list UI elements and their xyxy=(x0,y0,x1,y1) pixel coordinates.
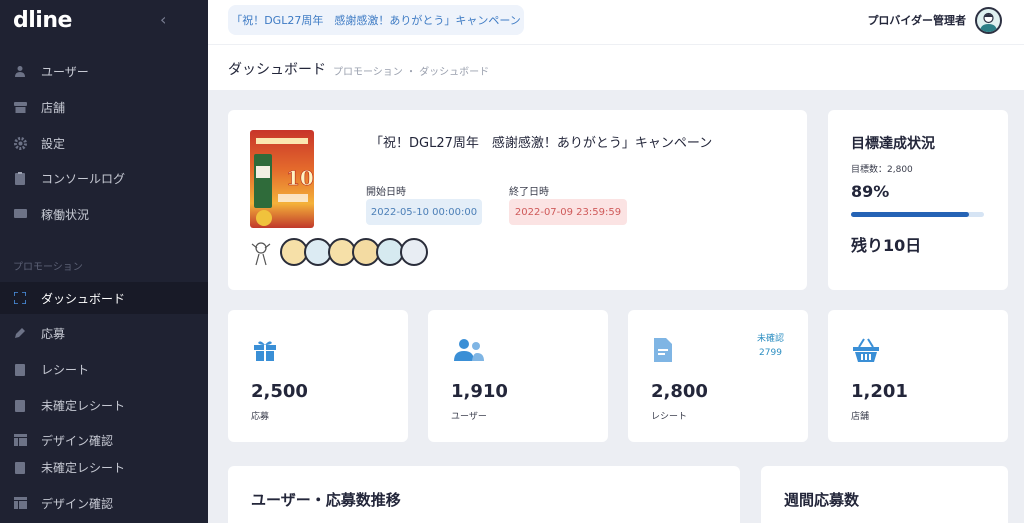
sidebar-item-users[interactable]: ユーザー xyxy=(0,55,208,87)
sidebar-section-title: プロモーション xyxy=(13,262,83,273)
stat-label: 店舗 xyxy=(851,412,870,422)
breadcrumb: ダッシュボード プロモーション ・ ダッシュボード xyxy=(208,44,1024,90)
goal-percent: 89% xyxy=(851,182,890,201)
goal-progress-fill xyxy=(851,212,970,217)
chevron-left-icon[interactable]: ‹ xyxy=(160,10,166,29)
sidebar-item-label: コンソールログ xyxy=(41,171,126,186)
campaign-card: 1000 「祝！DGL27周年 感謝感激！ありがとう」キャンペーン 開始日時 終… xyxy=(228,110,807,290)
goal-progress-bar xyxy=(851,212,984,217)
stat-value: 1,910 xyxy=(451,381,508,402)
unconfirmed-count: 2799 xyxy=(759,348,782,358)
sidebar-item-label: レシート xyxy=(41,362,90,377)
stat-card-users[interactable]: 1,910 ユーザー xyxy=(428,310,608,442)
clipboard-icon xyxy=(13,171,27,185)
weekly-chart-title: 週間応募数 xyxy=(784,491,860,509)
campaign-selector[interactable]: 「祝！DGL27周年 感謝感激！ありがとう」キャンペーン xyxy=(228,5,524,35)
avatar[interactable] xyxy=(975,7,1002,34)
mascot-icon xyxy=(251,242,271,266)
stat-label: ユーザー xyxy=(451,412,487,422)
document-icon xyxy=(652,337,678,363)
pencil-icon xyxy=(13,326,27,340)
start-date-label: 開始日時 xyxy=(366,187,406,198)
dashboard-icon xyxy=(13,291,27,305)
user-name[interactable]: プロバイダー管理者 xyxy=(867,12,966,28)
sidebar-item-receipts[interactable]: レシート xyxy=(0,353,208,385)
goal-title: 目標達成状況 xyxy=(851,136,935,152)
end-date-label: 終了日時 xyxy=(509,187,549,198)
monitor-icon xyxy=(13,207,27,221)
stat-card-receipts[interactable]: 未確認 2799 2,800 レシート xyxy=(628,310,808,442)
sidebar-item-label: 未確定レシート xyxy=(41,398,126,413)
sidebar-item-label: ユーザー xyxy=(41,64,89,79)
goal-card: 目標達成状況 目標数：2,800 89% 残り10日 xyxy=(828,110,1008,290)
basket-icon xyxy=(852,337,879,363)
sidebar-item-label: 設定 xyxy=(41,136,66,151)
stat-label: レシート xyxy=(651,412,688,422)
participant-avatars xyxy=(250,235,428,269)
goal-target: 目標数：2,800 xyxy=(851,165,913,175)
sidebar: dline ‹ ユーザー 店舗 設定 コンソールログ 稼働状況 プロモーション … xyxy=(0,0,208,523)
unconfirmed-label: 未確認 xyxy=(756,334,784,344)
stat-value: 2,500 xyxy=(251,381,308,402)
sidebar-item-label: デザイン確認 xyxy=(41,496,114,511)
unconfirmed-note: 未確認 2799 xyxy=(757,332,784,360)
sidebar-item-label: 未確定レシート xyxy=(41,460,126,475)
users-icon xyxy=(452,337,484,363)
receipt-icon xyxy=(13,398,27,412)
layout-icon xyxy=(13,496,27,510)
trend-chart-title: ユーザー・応募数推移 xyxy=(251,491,401,509)
page-title: ダッシュボード xyxy=(228,62,326,78)
top-bar: 「祝！DGL27周年 感謝感激！ありがとう」キャンペーン プロバイダー管理者 xyxy=(208,0,1024,44)
user-icon xyxy=(13,64,27,78)
weekly-chart-card: 週間応募数 xyxy=(761,466,1008,523)
sidebar-item-applications[interactable]: 応募 xyxy=(0,317,208,349)
campaign-title: 「祝！DGL27周年 感謝感激！ありがとう」キャンペーン xyxy=(370,136,713,151)
gift-icon xyxy=(252,337,278,363)
sidebar-item-settings[interactable]: 設定 xyxy=(0,127,208,159)
sidebar-item-label: ダッシュボード xyxy=(41,291,126,306)
sidebar-item-dashboard[interactable]: ダッシュボード xyxy=(0,282,208,314)
participant-avatar xyxy=(400,238,428,266)
end-date-value: 2022-07-09 23:59:59 xyxy=(509,199,627,225)
stat-card-applications[interactable]: 2,500 応募 xyxy=(228,310,408,442)
sidebar-item-label: デザイン確認 xyxy=(41,433,114,448)
stat-value: 2,800 xyxy=(651,381,708,402)
product-image: 1000 xyxy=(250,130,314,228)
trend-chart-card: ユーザー・応募数推移 xyxy=(228,466,740,523)
start-date-value: 2022-05-10 00:00:00 xyxy=(366,199,482,225)
gear-icon xyxy=(13,136,27,150)
stat-value: 1,201 xyxy=(851,381,908,402)
sidebar-item-unconfirmed-receipts[interactable]: 未確定レシート xyxy=(0,389,208,421)
breadcrumb-path[interactable]: プロモーション ・ ダッシュボード xyxy=(333,63,489,78)
layout-icon xyxy=(13,433,27,447)
sidebar-item-design-check-2[interactable]: デザイン確認 xyxy=(0,487,208,519)
sidebar-item-unconfirmed-receipts-2[interactable]: 未確定レシート xyxy=(0,451,208,483)
svg-text:1000: 1000 xyxy=(286,166,314,190)
goal-remaining: 残り10日 xyxy=(851,236,922,255)
sidebar-item-label: 応募 xyxy=(41,326,66,341)
store-icon xyxy=(13,100,27,114)
sidebar-item-stores[interactable]: 店舗 xyxy=(0,91,208,123)
receipt-icon xyxy=(13,362,27,376)
app-logo[interactable]: dline xyxy=(13,8,72,33)
receipt-icon xyxy=(13,460,27,474)
sidebar-item-label: 稼働状況 xyxy=(41,207,90,222)
sidebar-item-console-log[interactable]: コンソールログ xyxy=(0,162,208,194)
sidebar-item-status[interactable]: 稼働状況 xyxy=(0,198,208,230)
sidebar-item-label: 店舗 xyxy=(41,100,66,115)
stat-label: 応募 xyxy=(251,412,270,422)
stat-card-stores[interactable]: 1,201 店舗 xyxy=(828,310,1008,442)
